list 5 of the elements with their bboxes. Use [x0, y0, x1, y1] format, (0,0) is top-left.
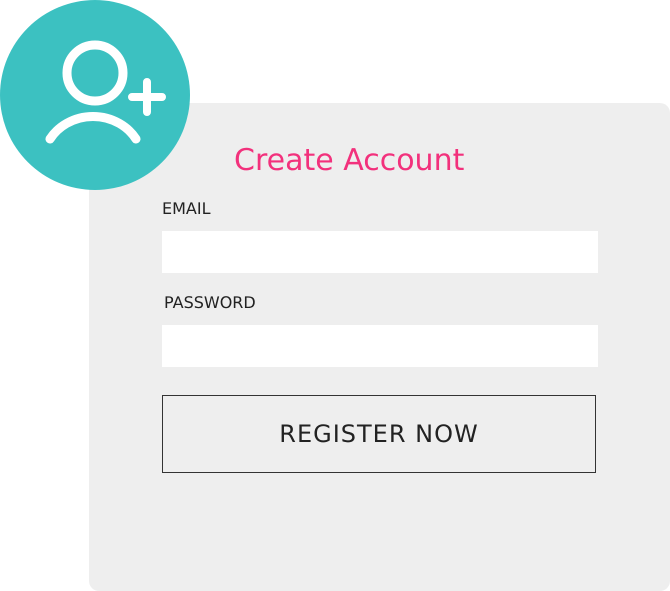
field-label: EMAIL — [162, 199, 210, 219]
add-user-icon — [0, 0, 190, 190]
form-title: Create Account — [234, 142, 464, 180]
field-label: PASSWORD — [164, 293, 256, 313]
register-button[interactable]: REGISTER NOW — [162, 395, 596, 473]
